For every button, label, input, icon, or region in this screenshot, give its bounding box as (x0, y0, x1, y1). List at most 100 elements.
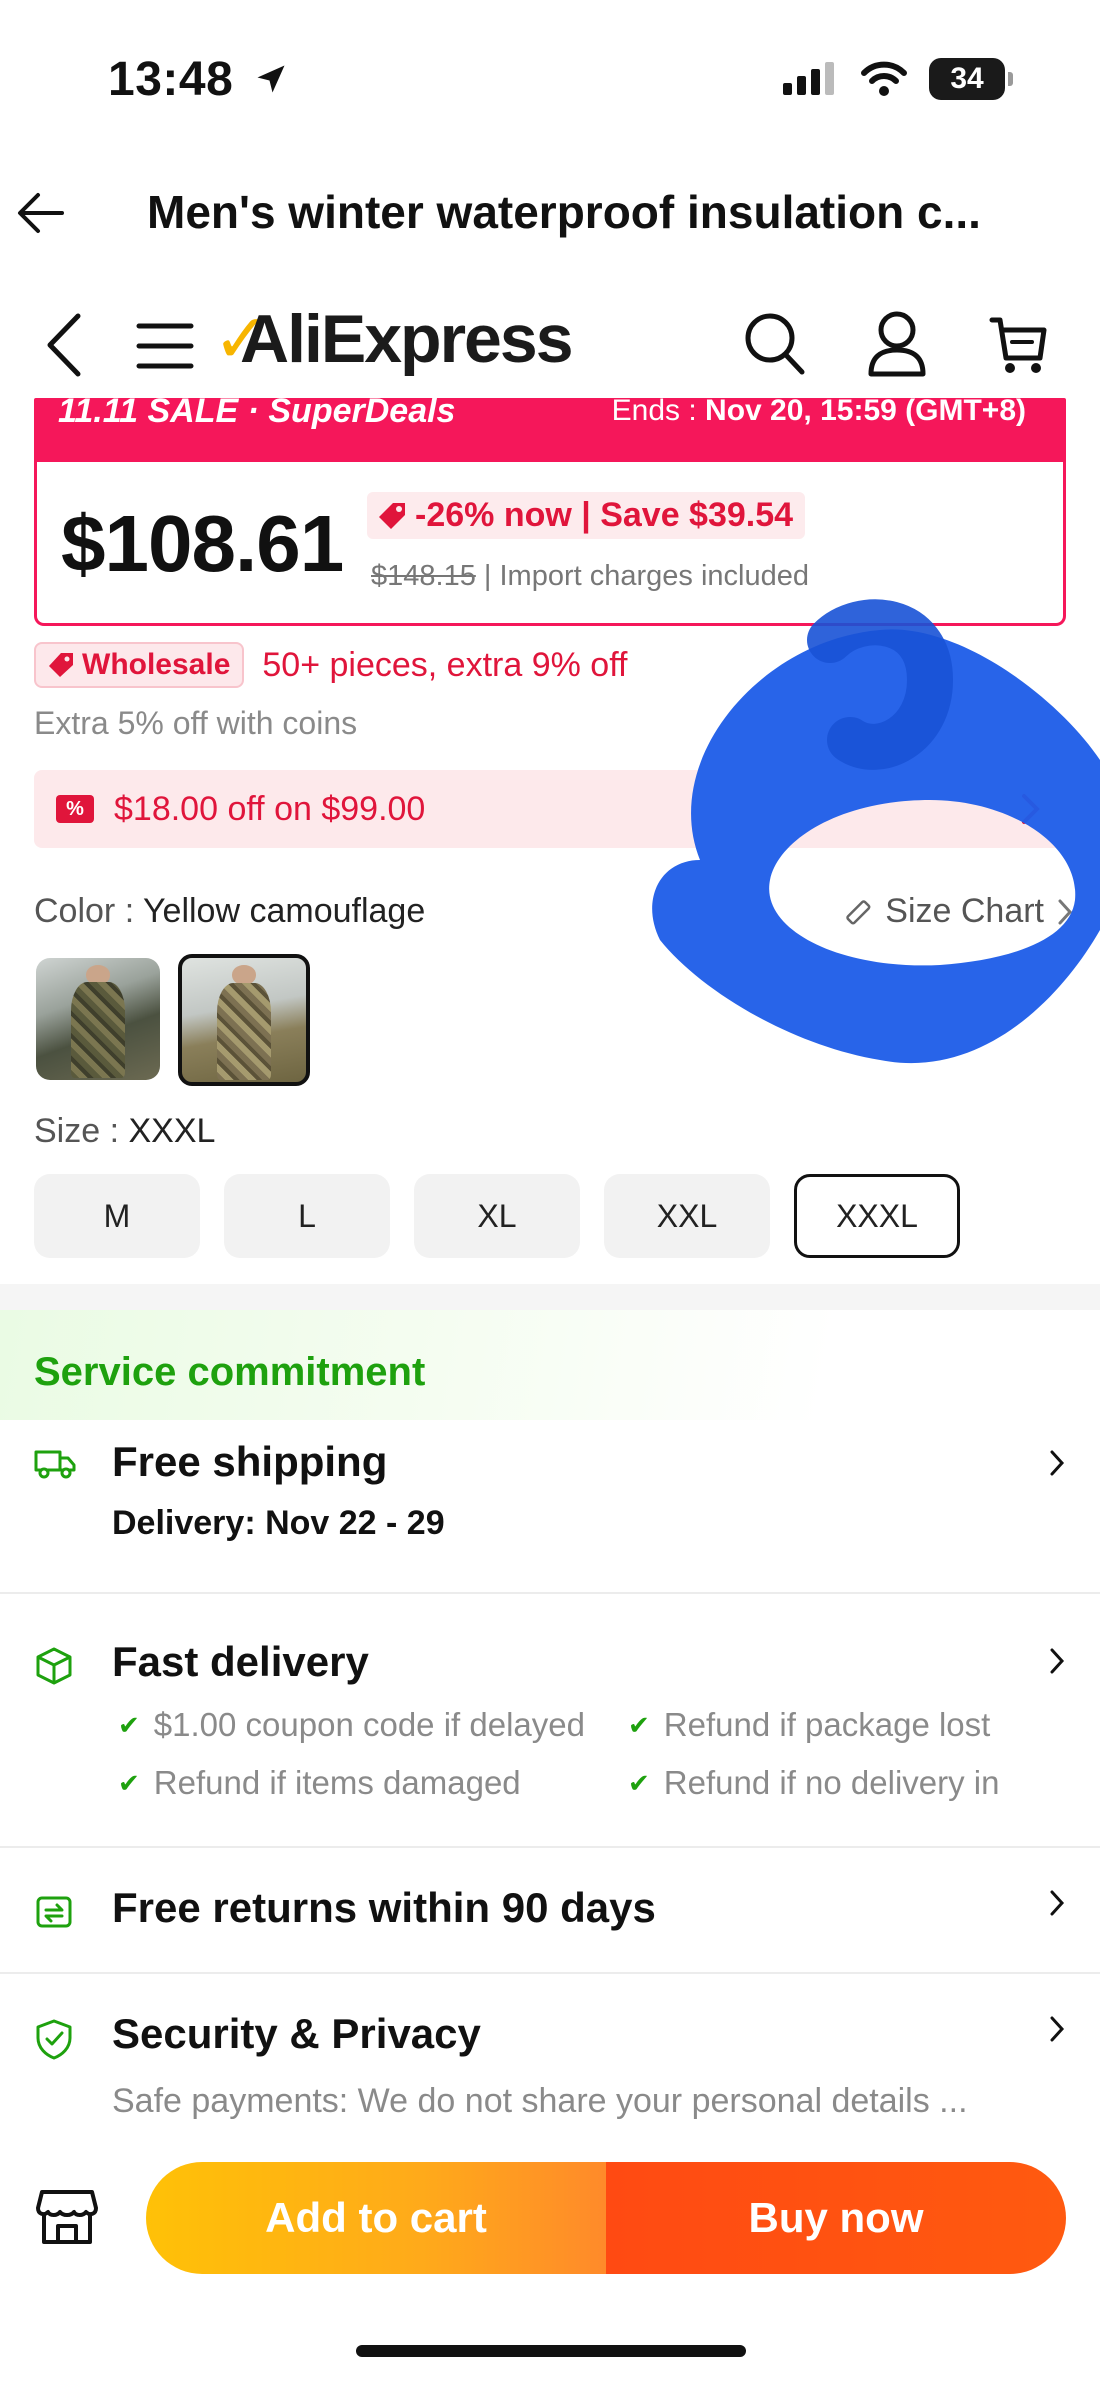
color-row: Color : Yellow camouflage Size Chart (34, 892, 1074, 931)
free-shipping-row[interactable]: Free shipping Delivery: Nov 22 - 29 (0, 1420, 1100, 1580)
return-icon (36, 1896, 72, 1928)
color-swatches (36, 954, 310, 1086)
sale-ends-label: Ends : (611, 398, 697, 427)
buy-now-button[interactable]: Buy now (606, 2162, 1066, 2274)
import-note: | Import charges included (483, 560, 809, 592)
home-indicator (356, 2345, 746, 2357)
fast-delivery-row[interactable]: Fast delivery ✔ $1.00 coupon code if dela… (0, 1594, 1100, 1844)
delivery-label: Delivery: (112, 1504, 256, 1542)
location-arrow-icon (257, 65, 285, 93)
truck-icon (34, 1450, 76, 1479)
section-divider (0, 1284, 1100, 1310)
ruler-icon (846, 899, 871, 924)
size-options: M L XL XXL XXXL (34, 1174, 960, 1258)
wholesale-text: 50+ pieces, extra 9% off (262, 645, 628, 684)
check-icon: ✔ (118, 1767, 140, 1798)
wifi-icon (861, 61, 907, 96)
security-title: Security & Privacy (112, 2010, 481, 2057)
logo-text: AliExpress (239, 301, 574, 377)
add-to-cart-button[interactable]: Add to cart (146, 2162, 606, 2274)
color-label: Color : (34, 892, 135, 930)
size-label-row: Size : XXXL (34, 1112, 215, 1151)
wholesale-badge-label: Wholesale (82, 648, 231, 681)
discount-badge: -26% now | Save $39.54 (367, 492, 806, 539)
app-header: ✓AliExpress (0, 290, 1100, 400)
shield-icon (36, 2019, 72, 2060)
guarantee-text: Refund if no delivery in (663, 1764, 1000, 1801)
delivery-value: Nov 22 - 29 (265, 1504, 445, 1542)
chevron-right-icon (1050, 1450, 1065, 1476)
cta-group: Add to cart Buy now (146, 2162, 1066, 2274)
free-returns-title: Free returns within 90 days (112, 1884, 656, 1931)
guarantee-text: Refund if items damaged (153, 1764, 521, 1801)
color-swatch-yellow-camouflage[interactable] (178, 954, 310, 1086)
wholesale-tag-icon (49, 653, 73, 677)
back-arrow-icon[interactable] (12, 183, 72, 243)
cellular-signal-icon (783, 62, 834, 95)
price-box: $108.61 -26% now | Save $39.54 $148.15 |… (34, 460, 1066, 626)
guarantee-item: ✔ $1.00 coupon code if delayed (118, 1706, 585, 1744)
fast-delivery-title: Fast delivery (112, 1638, 369, 1685)
sale-ends: Ends : Nov 20, 15:59 (GMT+8) (612, 398, 1026, 428)
delivery-info: Delivery: Nov 22 - 29 (112, 1504, 445, 1543)
sale-label: 11.11 SALE · SuperDeals (58, 398, 456, 430)
time-text: 13:48 (108, 53, 234, 106)
check-icon: ✔ (118, 1709, 140, 1740)
swatch-figure-jacket (70, 982, 126, 1078)
sale-ends-value: Nov 20, 15:59 (GMT+8) (705, 398, 1026, 427)
chevron-left-icon[interactable] (40, 310, 90, 380)
price-sub: $148.15 | Import charges included (371, 560, 809, 593)
chevron-right-icon (1022, 794, 1040, 824)
free-shipping-title: Free shipping (112, 1438, 388, 1485)
page-title: Men's winter waterproof insulation c... (147, 186, 981, 238)
account-icon[interactable] (866, 308, 928, 378)
current-price: $108.61 (61, 499, 344, 588)
status-bar: 13:48 34 (0, 0, 1100, 150)
discount-text: -26% now | Save $39.54 (415, 496, 794, 534)
guarantee-item: ✔ Refund if items damaged (118, 1764, 521, 1802)
guarantee-item: ✔ Refund if no delivery in (628, 1764, 1028, 1802)
chevron-right-icon (1050, 1648, 1065, 1674)
size-option-xl[interactable]: XL (414, 1174, 580, 1258)
status-icons: 34 (783, 58, 1013, 100)
size-value: XXXL (128, 1112, 216, 1150)
coupon-bar[interactable]: % $18.00 off on $99.00 (34, 770, 1100, 848)
security-privacy-row[interactable]: Security & Privacy Safe payments: We do … (0, 1974, 1100, 2134)
service-commitment: Service commitment Free shipping Deliver… (0, 1310, 1100, 2120)
guarantee-text: $1.00 coupon code if delayed (153, 1706, 585, 1743)
title-bar: Men's winter waterproof insulation c... (0, 165, 1100, 265)
sale-banner: 11.11 SALE · SuperDeals Ends : Nov 20, 1… (34, 398, 1066, 462)
size-chart-label: Size Chart (885, 892, 1044, 930)
search-icon[interactable] (742, 308, 808, 378)
wholesale-row[interactable]: Wholesale 50+ pieces, extra 9% off (34, 642, 627, 688)
tag-icon (379, 502, 405, 529)
color-value: Yellow camouflage (142, 892, 426, 930)
bottom-action-bar: Add to cart Buy now (0, 2150, 1100, 2290)
coupon-text: $18.00 off on $99.00 (114, 789, 426, 828)
battery-indicator: 34 (929, 58, 1013, 100)
free-returns-row[interactable]: Free returns within 90 days (0, 1848, 1100, 1972)
check-icon: ✔ (628, 1767, 650, 1798)
size-option-xxxl[interactable]: XXXL (794, 1174, 960, 1258)
battery-level: 34 (950, 62, 984, 95)
wholesale-badge: Wholesale (34, 642, 245, 688)
chevron-right-icon (1058, 899, 1073, 924)
menu-icon[interactable] (135, 320, 195, 372)
check-icon: ✔ (628, 1709, 650, 1740)
service-title: Service commitment (34, 1350, 426, 1394)
size-chart-link[interactable]: Size Chart (843, 892, 1074, 931)
coupon-icon: % (56, 795, 94, 823)
aliexpress-logo[interactable]: ✓AliExpress (213, 300, 574, 379)
cart-icon[interactable] (988, 308, 1048, 378)
size-option-l[interactable]: L (224, 1174, 390, 1258)
size-label: Size : (34, 1112, 120, 1150)
swatch-figure-jacket (216, 982, 272, 1080)
chevron-right-icon (1050, 1890, 1065, 1916)
store-icon[interactable] (36, 2188, 98, 2246)
color-swatch-1[interactable] (36, 958, 160, 1080)
security-desc: Safe payments: We do not share your pers… (112, 2082, 968, 2120)
size-option-m[interactable]: M (34, 1174, 200, 1258)
box-icon (36, 1647, 72, 1685)
size-option-xxl[interactable]: XXL (604, 1174, 770, 1258)
guarantee-item: ✔ Refund if package lost (628, 1706, 990, 1744)
